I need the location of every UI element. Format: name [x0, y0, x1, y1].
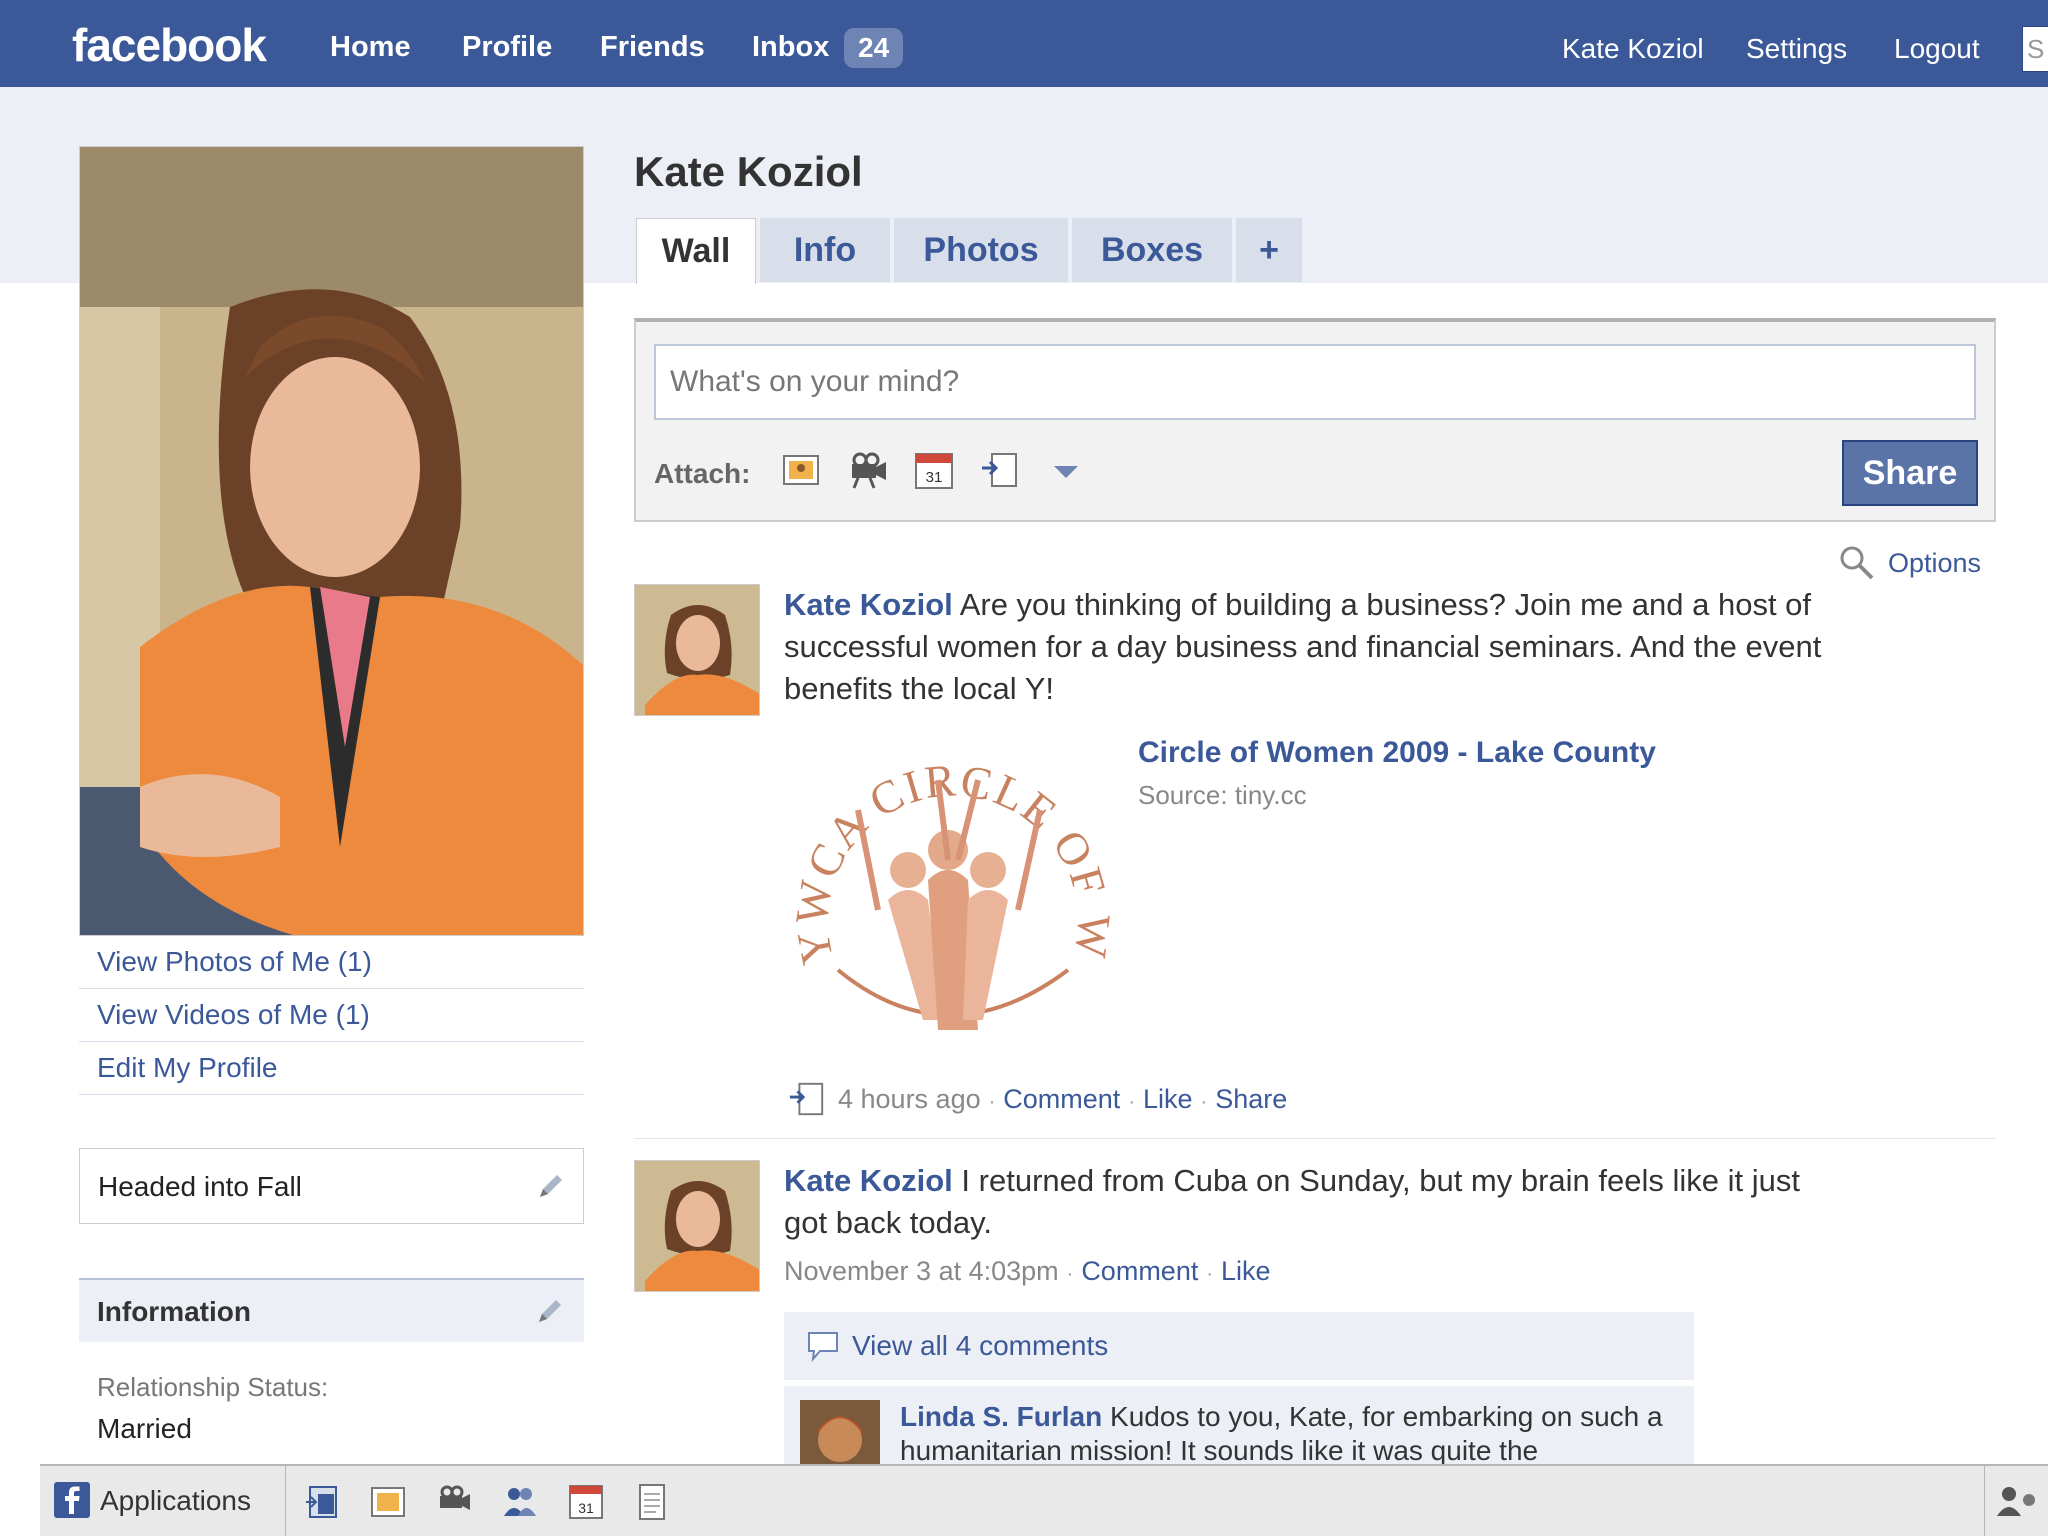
photos-app-icon[interactable]: [368, 1482, 408, 1522]
shared-link-icon: [789, 1082, 824, 1116]
attach-photo-icon[interactable]: [780, 450, 824, 490]
comment-item: Linda S. Furlan Kudos to you, Kate, for …: [784, 1386, 1694, 1464]
whats-on-your-mind-input[interactable]: [654, 344, 1976, 420]
wall-options-link[interactable]: Options: [1888, 548, 1981, 579]
nav-logout-link[interactable]: Logout: [1894, 33, 1980, 65]
nav-friends-link[interactable]: Friends: [600, 31, 705, 64]
tab-boxes[interactable]: Boxes: [1072, 218, 1232, 282]
shared-link-source: Source: tiny.cc: [1138, 780, 1307, 810]
events-calendar-icon[interactable]: 31: [566, 1482, 606, 1522]
post-body: Kate Koziol Are you thinking of building…: [784, 584, 1844, 710]
top-navigation-bar: facebook Home Profile Friends Inbox 24 K…: [0, 0, 2048, 87]
post-author-link[interactable]: Kate Koziol: [784, 587, 953, 622]
applications-menu-button[interactable]: Applications: [40, 1466, 286, 1536]
edit-profile-link[interactable]: Edit My Profile: [79, 1042, 584, 1095]
profile-app-icon[interactable]: [302, 1482, 342, 1522]
profile-name: Kate Koziol: [634, 148, 863, 195]
post-meta: November 3 at 4:03pm · Comment · Like: [784, 1256, 1271, 1286]
edit-status-pencil-icon[interactable]: [536, 1171, 566, 1201]
attach-label: Attach:: [654, 458, 751, 489]
nav-profile-link[interactable]: Profile: [462, 31, 552, 64]
nav-inbox-link[interactable]: Inbox: [752, 31, 829, 64]
chat-area[interactable]: [1984, 1466, 2048, 1536]
more-attachments-chevron-down-icon[interactable]: [1044, 450, 1088, 490]
post-timestamp[interactable]: November 3 at 4:03pm: [784, 1256, 1059, 1286]
tab-info[interactable]: Info: [760, 218, 890, 282]
facebook-logo[interactable]: facebook: [72, 18, 267, 72]
comment-link[interactable]: Comment: [1081, 1256, 1198, 1286]
view-comments-box[interactable]: View all 4 comments: [784, 1312, 1694, 1380]
post-divider: [634, 1138, 1996, 1139]
svg-text:31: 31: [578, 1500, 594, 1516]
tab-wall[interactable]: Wall: [636, 218, 756, 284]
information-title: Information: [97, 1296, 251, 1327]
commenter-avatar[interactable]: [800, 1400, 880, 1464]
search-input[interactable]: S: [2022, 26, 2048, 72]
relationship-status-value: Married: [97, 1413, 192, 1444]
status-text: Headed into Fall: [98, 1171, 302, 1202]
nav-settings-link[interactable]: Settings: [1746, 33, 1847, 65]
edit-information-pencil-icon[interactable]: [535, 1296, 565, 1326]
profile-picture[interactable]: [79, 146, 584, 936]
video-app-icon[interactable]: [434, 1482, 474, 1522]
status-box: Headed into Fall: [79, 1148, 584, 1224]
share-link[interactable]: Share: [1215, 1084, 1287, 1114]
post-timestamp[interactable]: 4 hours ago: [838, 1084, 981, 1114]
like-link[interactable]: Like: [1143, 1084, 1193, 1114]
photo-links-list: View Photos of Me (1) View Videos of Me …: [79, 936, 584, 1095]
view-photos-link[interactable]: View Photos of Me (1): [79, 936, 584, 989]
like-link[interactable]: Like: [1221, 1256, 1271, 1286]
inbox-count-badge[interactable]: 24: [844, 28, 904, 68]
groups-app-icon[interactable]: [500, 1482, 540, 1522]
relationship-status-label: Relationship Status:: [97, 1372, 329, 1402]
view-all-comments-link[interactable]: View all 4 comments: [852, 1330, 1108, 1362]
magnifier-icon[interactable]: [1838, 544, 1876, 582]
ywca-circle-of-women-logo[interactable]: YWCA CIRCLE OF WOMEN: [778, 720, 1118, 1060]
post-body: Kate Koziol I returned from Cuba on Sund…: [784, 1160, 1844, 1244]
application-bar: Applications 31: [40, 1464, 2048, 1536]
information-header: Information: [79, 1278, 584, 1342]
comment-link[interactable]: Comment: [1003, 1084, 1120, 1114]
view-videos-link[interactable]: View Videos of Me (1): [79, 989, 584, 1042]
comment-body: Linda S. Furlan Kudos to you, Kate, for …: [900, 1400, 1690, 1464]
online-friends-icon: [1997, 1487, 2035, 1516]
notes-app-icon[interactable]: [632, 1482, 672, 1522]
tab-photos[interactable]: Photos: [894, 218, 1068, 282]
facebook-f-icon: [54, 1482, 90, 1518]
nav-user-name-link[interactable]: Kate Koziol: [1562, 33, 1704, 65]
nav-home-link[interactable]: Home: [330, 31, 411, 64]
attach-video-icon[interactable]: [846, 450, 890, 490]
commenter-name-link[interactable]: Linda S. Furlan: [900, 1401, 1102, 1432]
applications-label: Applications: [100, 1485, 251, 1516]
publisher-box: Attach: 31 Share: [634, 318, 1996, 522]
share-button[interactable]: Share: [1842, 440, 1978, 506]
comment-bubble-icon: [808, 1332, 838, 1362]
shared-link-title[interactable]: Circle of Women 2009 - Lake County: [1138, 736, 1656, 770]
attach-event-icon[interactable]: 31: [912, 450, 956, 490]
post-author-link[interactable]: Kate Koziol: [784, 1163, 953, 1198]
post-author-avatar[interactable]: [634, 584, 760, 716]
post-author-avatar[interactable]: [634, 1160, 760, 1292]
svg-text:31: 31: [926, 469, 943, 486]
post-meta: 4 hours ago · Comment · Like · Share: [838, 1084, 1288, 1114]
add-tab-button[interactable]: +: [1236, 218, 1302, 282]
attach-link-icon[interactable]: [978, 450, 1022, 490]
